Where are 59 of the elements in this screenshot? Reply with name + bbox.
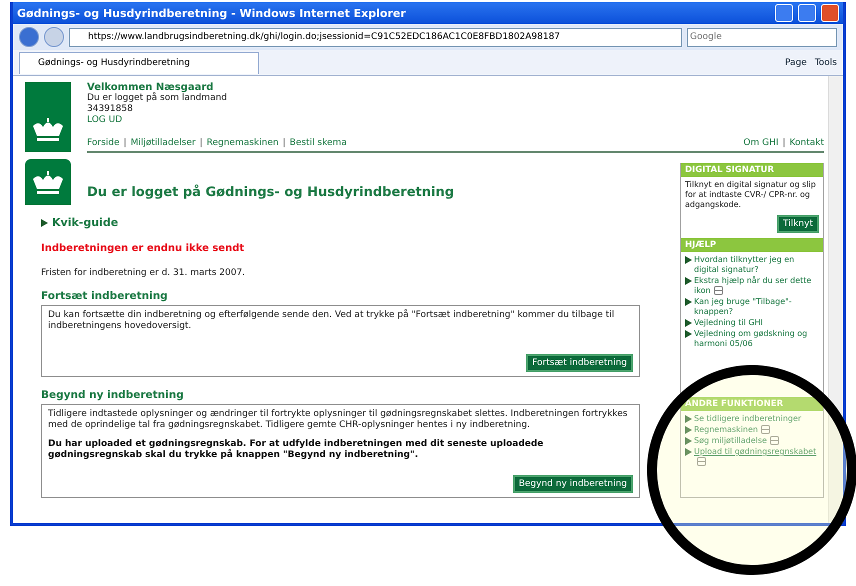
separator: | (200, 138, 203, 149)
search-field[interactable]: Google (687, 28, 837, 46)
sidebar-link[interactable]: Upload til gødningsregnskabet (694, 447, 819, 467)
signature-text: Tilknyt en digital signatur og slip for at indtaste CVR-/ CPR-nr. og adgangskode. (685, 180, 817, 210)
nav-link[interactable]: Om GHI (743, 138, 778, 149)
welcome-text: Velkommen Næsgaard (87, 82, 214, 93)
section-text: Tidligere indtastede oplysninger og ændringer til fortrykte oplysninger til gødningsregnskabet slettes. Indberetningen fortrykkes med de oprindelige tal fra gødningsregnskabet. Tidligere gemte CHR-oplysninger hentes i ny indberetning. (48, 409, 628, 431)
deadline-text: Fristen for indberetning er d. 31. marts 2007. (41, 268, 246, 278)
nav-link[interactable]: Regnemaskinen (206, 138, 279, 149)
window-title: Gødnings- og Husdyrindberetning - Windows Internet Explorer (17, 6, 407, 20)
nav-link[interactable]: Bestil skema (290, 138, 347, 149)
triangle-icon (41, 219, 48, 227)
section-title: Begynd ny indberetning (41, 389, 185, 401)
separator: | (282, 138, 286, 149)
minimize-button[interactable] (775, 4, 793, 22)
crown-logo-icon (31, 118, 65, 142)
help-icon[interactable] (714, 286, 723, 296)
sidebar-link[interactable]: Hvordan tilknytter jeg en digital signatur? (694, 255, 819, 275)
warning-text: Indberetningen er endnu ikke sendt (41, 243, 246, 254)
browser-tab[interactable]: Gødnings- og Husdyrindberetning (19, 52, 259, 74)
section-text: Du kan fortsætte din indberetning og efterfølgende sende den. Ved at trykke på "Fortsæt indberetning" kommer du tilbage til indberetningens hovedoversigt. (48, 310, 616, 332)
triangle-icon (685, 277, 692, 285)
panel-title: DIGITAL SIGNATUR (681, 163, 823, 177)
toolbar-menu[interactable]: Page (785, 58, 807, 68)
quick-guide-link[interactable]: Kvik-guide (41, 216, 640, 229)
panel-title: ANDRE FUNKTIONER (681, 397, 823, 411)
forward-button[interactable] (44, 27, 64, 47)
separator: | (782, 138, 786, 149)
sidebar-link[interactable]: Kan jeg bruge "Tilbage"-knappen? (694, 297, 819, 317)
sidebar-link[interactable]: Ekstra hjælp når du ser dette ikon (694, 276, 819, 296)
nav-link[interactable]: Miljøtilladelser (130, 138, 196, 149)
maximize-button[interactable] (798, 4, 816, 22)
help-icon[interactable] (697, 457, 706, 466)
sidebar-link[interactable]: Regnemaskinen (694, 425, 770, 435)
scrollbar[interactable] (828, 76, 843, 523)
page-heading: Du er logget på Gødnings- og Husdyrindberetning (87, 185, 454, 200)
triangle-icon (685, 298, 692, 306)
section-button[interactable]: Fortsæt indberetning (526, 354, 633, 372)
section-title: Fortsæt indberetning (41, 290, 169, 302)
crown-logo-icon (31, 171, 65, 195)
sidebar-link[interactable]: Se tidligere indberetninger (694, 414, 802, 424)
sidebar-link[interactable]: Vejledning om gødskning og harmoni 05/06 (694, 329, 819, 349)
panel-title: HJÆLP (681, 238, 823, 252)
sidebar-link[interactable]: Søg miljøtilladelse (694, 436, 779, 446)
separator: | (124, 138, 127, 149)
toolbar-menu[interactable]: Tools (814, 58, 837, 68)
nav-link[interactable]: Forside (87, 138, 120, 149)
back-button[interactable] (19, 27, 39, 47)
close-button[interactable] (821, 4, 839, 22)
nav-link[interactable]: Kontakt (790, 138, 824, 149)
logout-link[interactable]: LOG UD (87, 115, 122, 126)
sidebar-link[interactable]: Vejledning til GHI (694, 318, 763, 328)
user-number: 34391858 (87, 104, 134, 115)
section-note: Du har uploaded et gødningsregnskab. For at udfylde indberetningen med dit seneste uploadede gødningsregnskab skal du trykke på knappen "Begynd ny indberetning". (48, 439, 544, 461)
attach-button[interactable]: Tilknyt (777, 215, 819, 233)
address-field[interactable]: https://www.landbrugsindberetning.dk/ghi/login.do;jsessionid=C91C52EDC186AC1C0E8FBD1802A98187 (69, 28, 682, 46)
section-button[interactable]: Begynd ny indberetning (512, 475, 633, 493)
role-text: Du er logget på som landmand (87, 93, 228, 104)
triangle-icon (685, 256, 692, 264)
